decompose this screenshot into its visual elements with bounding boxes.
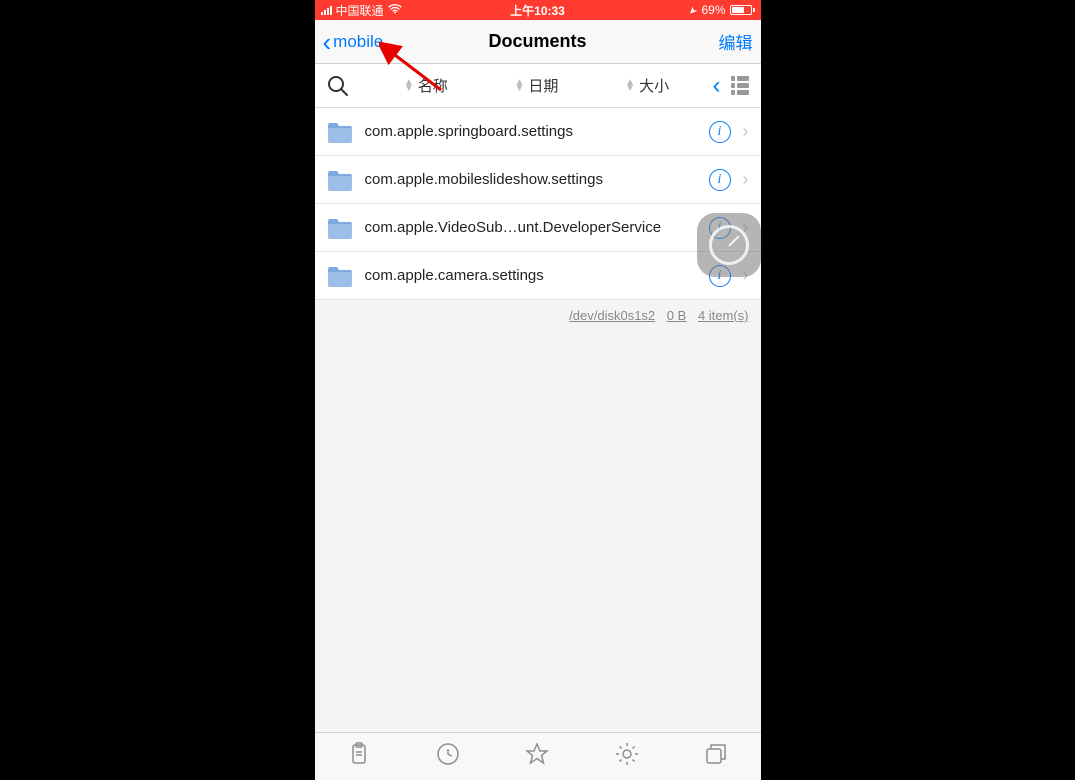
- sort-arrows-icon: ▲▼: [625, 80, 635, 92]
- sort-by-date[interactable]: ▲▼ 日期: [515, 75, 559, 96]
- disk-path[interactable]: /dev/disk0s1s2: [569, 308, 655, 323]
- file-name: com.apple.mobileslideshow.settings: [365, 171, 697, 188]
- clipboard-icon: [346, 741, 372, 767]
- view-controls: ‹: [713, 72, 761, 100]
- empty-area: [315, 331, 761, 732]
- folder-icon: [327, 121, 353, 143]
- sort-size-label: 大小: [639, 75, 669, 96]
- gear-icon: [614, 741, 640, 767]
- wifi-icon: [388, 3, 402, 17]
- chevron-right-icon: ›: [743, 169, 749, 190]
- sort-name-label: 名称: [418, 75, 448, 96]
- file-name: com.apple.VideoSub…unt.DeveloperService: [365, 219, 697, 236]
- back-button[interactable]: ‹ mobile: [323, 29, 384, 55]
- item-count[interactable]: 4 item(s): [698, 308, 749, 323]
- nav-bar: ‹ mobile Documents 编辑: [315, 20, 761, 64]
- sort-toolbar: ▲▼ 名称 ▲▼ 日期 ▲▼ 大小 ‹: [315, 64, 761, 108]
- sort-date-label: 日期: [528, 75, 558, 96]
- file-list: com.apple.springboard.settings i › com.a…: [315, 108, 761, 300]
- tab-favorites[interactable]: [524, 741, 550, 772]
- back-label: mobile: [333, 32, 383, 52]
- folder-icon: [327, 217, 353, 239]
- status-bar: 中国联通 上午10:33 69%: [315, 0, 761, 20]
- tab-settings[interactable]: [614, 741, 640, 772]
- star-icon: [524, 741, 550, 767]
- folder-icon: [327, 169, 353, 191]
- location-icon: [689, 3, 697, 17]
- search-icon: [327, 75, 349, 97]
- view-mode-button[interactable]: [731, 76, 749, 95]
- status-time: 上午10:33: [510, 2, 565, 19]
- battery-percent: 69%: [701, 3, 725, 17]
- total-size[interactable]: 0 B: [667, 308, 687, 323]
- sort-by-size[interactable]: ▲▼ 大小: [625, 75, 669, 96]
- tab-bar: [315, 732, 761, 780]
- tab-windows[interactable]: [703, 741, 729, 772]
- tab-clipboard[interactable]: [346, 741, 372, 772]
- page-title: Documents: [488, 31, 586, 52]
- chevron-left-icon: ‹: [323, 29, 332, 55]
- windows-icon: [703, 741, 729, 767]
- floating-widget[interactable]: [697, 213, 761, 277]
- battery-icon: [730, 5, 755, 15]
- file-row[interactable]: com.apple.springboard.settings i ›: [315, 108, 761, 156]
- search-button[interactable]: [315, 75, 361, 97]
- summary-bar: /dev/disk0s1s2 0 B 4 item(s): [315, 300, 761, 331]
- info-button[interactable]: i: [709, 121, 731, 143]
- file-row[interactable]: com.apple.camera.settings i ›: [315, 252, 761, 300]
- chevron-right-icon: ›: [743, 121, 749, 142]
- status-right: 69%: [689, 3, 754, 17]
- sort-by-name[interactable]: ▲▼ 名称: [404, 75, 448, 96]
- clock-dial-icon: [709, 225, 749, 265]
- file-name: com.apple.camera.settings: [365, 267, 697, 284]
- phone-screen: 中国联通 上午10:33 69% ‹ mobile Documents 编辑: [315, 0, 761, 780]
- tab-recent[interactable]: [435, 741, 461, 772]
- signal-icon: [321, 5, 332, 15]
- file-row[interactable]: com.apple.VideoSub…unt.DeveloperService …: [315, 204, 761, 252]
- folder-icon: [327, 265, 353, 287]
- sort-arrows-icon: ▲▼: [404, 80, 414, 92]
- clock-icon: [435, 741, 461, 767]
- info-button[interactable]: i: [709, 169, 731, 191]
- edit-button[interactable]: 编辑: [719, 29, 753, 54]
- sort-arrows-icon: ▲▼: [515, 80, 525, 92]
- file-name: com.apple.springboard.settings: [365, 123, 697, 140]
- status-left: 中国联通: [321, 2, 402, 19]
- history-back-button[interactable]: ‹: [713, 72, 721, 100]
- file-row[interactable]: com.apple.mobileslideshow.settings i ›: [315, 156, 761, 204]
- sort-options: ▲▼ 名称 ▲▼ 日期 ▲▼ 大小: [361, 75, 713, 96]
- carrier-label: 中国联通: [336, 2, 384, 19]
